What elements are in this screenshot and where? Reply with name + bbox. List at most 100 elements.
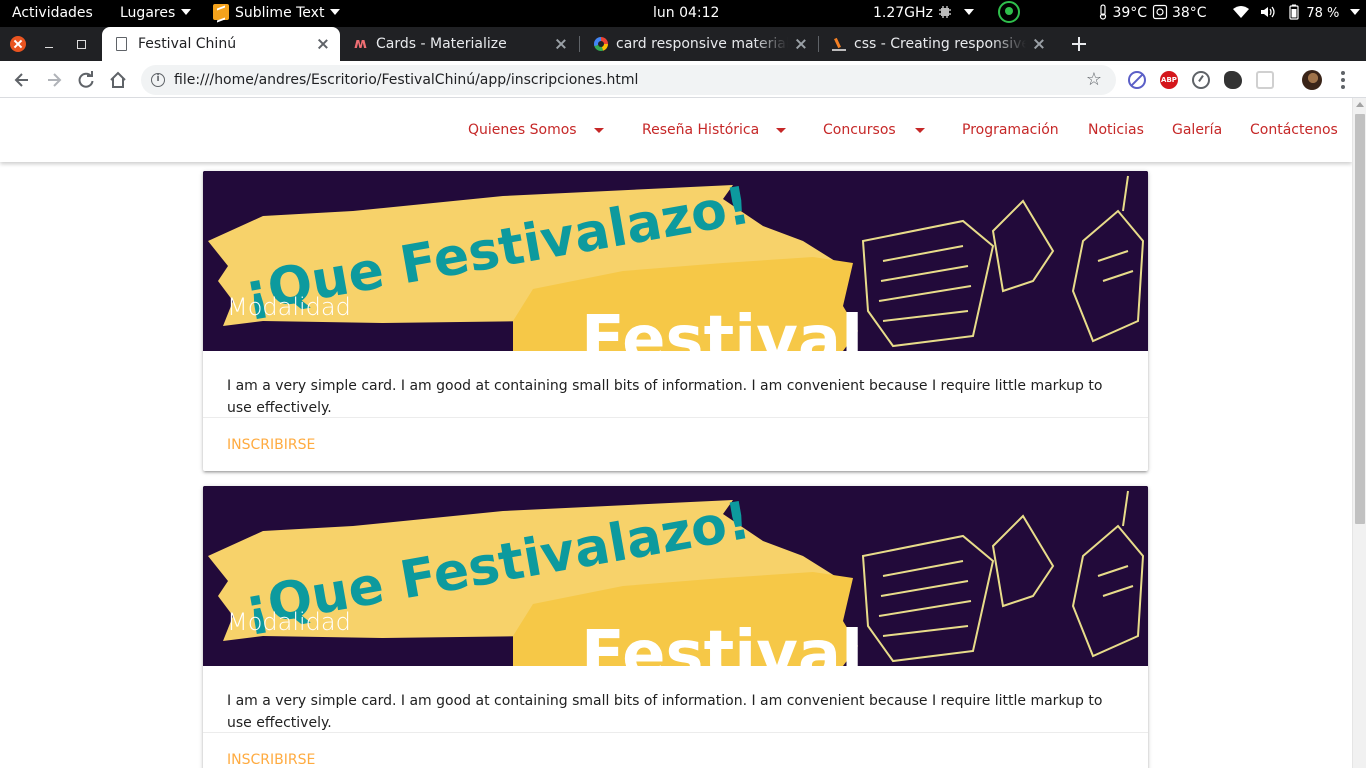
new-tab-button[interactable]: [1070, 35, 1088, 53]
tab-festival-chinu[interactable]: Festival Chinú: [102, 27, 340, 61]
window-maximize-button[interactable]: [74, 36, 90, 52]
volume-icon: [1261, 6, 1276, 17]
modalidad-card: ¡Que Festivalazo! Festival Modalidad I a…: [203, 486, 1148, 768]
temperature-indicator[interactable]: 39°C 38°C: [1098, 0, 1207, 27]
banner-subtitle: Festival: [581, 618, 863, 666]
scrollbar-thumb[interactable]: [1355, 114, 1365, 524]
drive-temp-label: 38°C: [1171, 5, 1207, 21]
address-bar[interactable]: i file:///home/andres/Escritorio/Festiva…: [141, 65, 1116, 95]
places-label: Lugares: [120, 5, 176, 21]
tab-title: Festival Chinú: [138, 36, 237, 52]
cpu-temp-label: 39°C: [1112, 5, 1148, 21]
cpu-freq-label: 1.27GHz: [873, 5, 933, 21]
forward-button[interactable]: [44, 70, 64, 90]
festival-banner-image: ¡Que Festivalazo! Festival: [203, 486, 1148, 666]
back-button[interactable]: [12, 70, 32, 90]
card-title: Modalidad: [227, 293, 351, 321]
site-navbar: Quienes Somos Reseña Histórica Concursos…: [0, 98, 1352, 162]
google-icon: [594, 37, 608, 51]
tab-cards-materialize[interactable]: ʍ Cards - Materialize: [340, 27, 578, 61]
close-tab-icon[interactable]: [794, 37, 808, 51]
wifi-icon: [1233, 5, 1249, 18]
adblock-plus-icon[interactable]: ABP: [1160, 71, 1178, 89]
home-button[interactable]: [108, 70, 128, 90]
tab-title: card responsive materialize: [616, 36, 788, 52]
chevron-down-icon: [963, 9, 974, 15]
whatsapp-icon: [998, 0, 1020, 23]
browser-menu-icon[interactable]: [1341, 71, 1345, 89]
battery-icon: [1289, 4, 1299, 20]
card-description: I am a very simple card. I am good at co…: [227, 693, 1103, 731]
page-viewport: Quienes Somos Reseña Histórica Concursos…: [0, 98, 1352, 768]
card-content: I am a very simple card. I am good at co…: [203, 666, 1148, 732]
card-image: ¡Que Festivalazo! Festival Modalidad: [203, 486, 1148, 666]
nav-quienes-somos[interactable]: Quienes Somos: [468, 98, 577, 162]
card-content: I am a very simple card. I am good at co…: [203, 351, 1148, 417]
page-scrollbar[interactable]: [1352, 98, 1366, 768]
festival-banner-image: ¡Que Festivalazo! Festival: [203, 171, 1148, 351]
tab-card-responsive-materialize[interactable]: card responsive materialize: [580, 27, 818, 61]
places-menu[interactable]: Lugares: [120, 0, 192, 27]
dropdown-arrow-icon[interactable]: [594, 128, 604, 133]
clock[interactable]: lun 04:12: [653, 0, 719, 27]
scroll-up-arrow-icon[interactable]: [1356, 102, 1364, 107]
stackoverflow-icon: [832, 37, 846, 51]
card-description: I am a very simple card. I am good at co…: [227, 378, 1103, 416]
app-menu[interactable]: Sublime Text: [213, 0, 341, 27]
nav-concursos[interactable]: Concursos: [823, 98, 896, 162]
system-top-bar: Actividades Lugares Sublime Text lun 04:…: [0, 0, 1366, 27]
arrow-right-icon: [48, 73, 62, 87]
drive-icon: [1152, 4, 1167, 19]
url-text[interactable]: file:///home/andres/Escritorio/FestivalC…: [174, 65, 638, 95]
cpu-chip-icon: [939, 5, 952, 18]
nav-resena-historica[interactable]: Reseña Histórica: [642, 98, 759, 162]
activities-label: Actividades: [12, 5, 93, 21]
cpu-freq-indicator[interactable]: 1.27GHz: [873, 0, 974, 27]
modalidad-card: ¡Que Festivalazo! Festival Modalidad I a…: [203, 171, 1148, 471]
activities-button[interactable]: Actividades: [12, 0, 93, 27]
star-icon[interactable]: ☆: [1086, 69, 1102, 91]
reload-icon: [78, 71, 94, 88]
browser-toolbar: i file:///home/andres/Escritorio/Festiva…: [0, 61, 1366, 98]
card-action: INSCRIBIRSE: [203, 417, 1148, 471]
whatsapp-tray[interactable]: [998, 0, 1020, 27]
thermometer-icon: [1099, 3, 1107, 20]
gnome-extension-icon[interactable]: [1224, 71, 1242, 89]
materialize-icon: ʍ: [354, 36, 367, 52]
card-title: Modalidad: [227, 608, 351, 636]
nav-galeria[interactable]: Galería: [1172, 98, 1222, 162]
tab-strip: Festival Chinú ʍ Cards - Materialize car…: [0, 27, 1366, 61]
arrow-left-icon: [14, 73, 28, 87]
nav-contactenos[interactable]: Contáctenos: [1250, 98, 1338, 162]
clock-label: lun 04:12: [653, 5, 720, 21]
battery-label: 78 %: [1306, 6, 1340, 21]
nav-noticias[interactable]: Noticias: [1088, 98, 1144, 162]
info-icon[interactable]: i: [151, 73, 165, 87]
system-status-menu[interactable]: 78 %: [1232, 0, 1360, 27]
close-tab-icon[interactable]: [1032, 37, 1046, 51]
window-close-button[interactable]: [10, 36, 26, 52]
inscribirse-link[interactable]: INSCRIBIRSE: [227, 418, 315, 472]
close-tab-icon[interactable]: [554, 37, 568, 51]
card-action: INSCRIBIRSE: [203, 732, 1148, 768]
dropdown-arrow-icon[interactable]: [776, 128, 786, 133]
tab-css-creating-responsive[interactable]: css - Creating responsive card: [818, 27, 1056, 61]
window-minimize-button[interactable]: [42, 36, 58, 52]
chevron-down-icon: [1349, 9, 1360, 15]
sublime-text-icon: [213, 3, 229, 20]
reload-button[interactable]: [76, 70, 96, 90]
chevron-down-icon: [181, 9, 192, 15]
speedometer-extension-icon[interactable]: [1192, 71, 1210, 89]
block-extension-icon[interactable]: [1128, 71, 1146, 89]
app-menu-label: Sublime Text: [235, 5, 325, 21]
inscribirse-link[interactable]: INSCRIBIRSE: [227, 733, 315, 768]
page-icon: [116, 37, 127, 51]
profile-avatar[interactable]: [1302, 70, 1322, 90]
card-image: ¡Que Festivalazo! Festival Modalidad: [203, 171, 1148, 351]
tab-title: Cards - Materialize: [376, 36, 507, 52]
nav-programacion[interactable]: Programación: [962, 98, 1059, 162]
page-extension-icon[interactable]: [1256, 71, 1274, 89]
close-tab-icon[interactable]: [316, 37, 330, 51]
banner-subtitle: Festival: [581, 303, 863, 351]
dropdown-arrow-icon[interactable]: [915, 128, 925, 133]
